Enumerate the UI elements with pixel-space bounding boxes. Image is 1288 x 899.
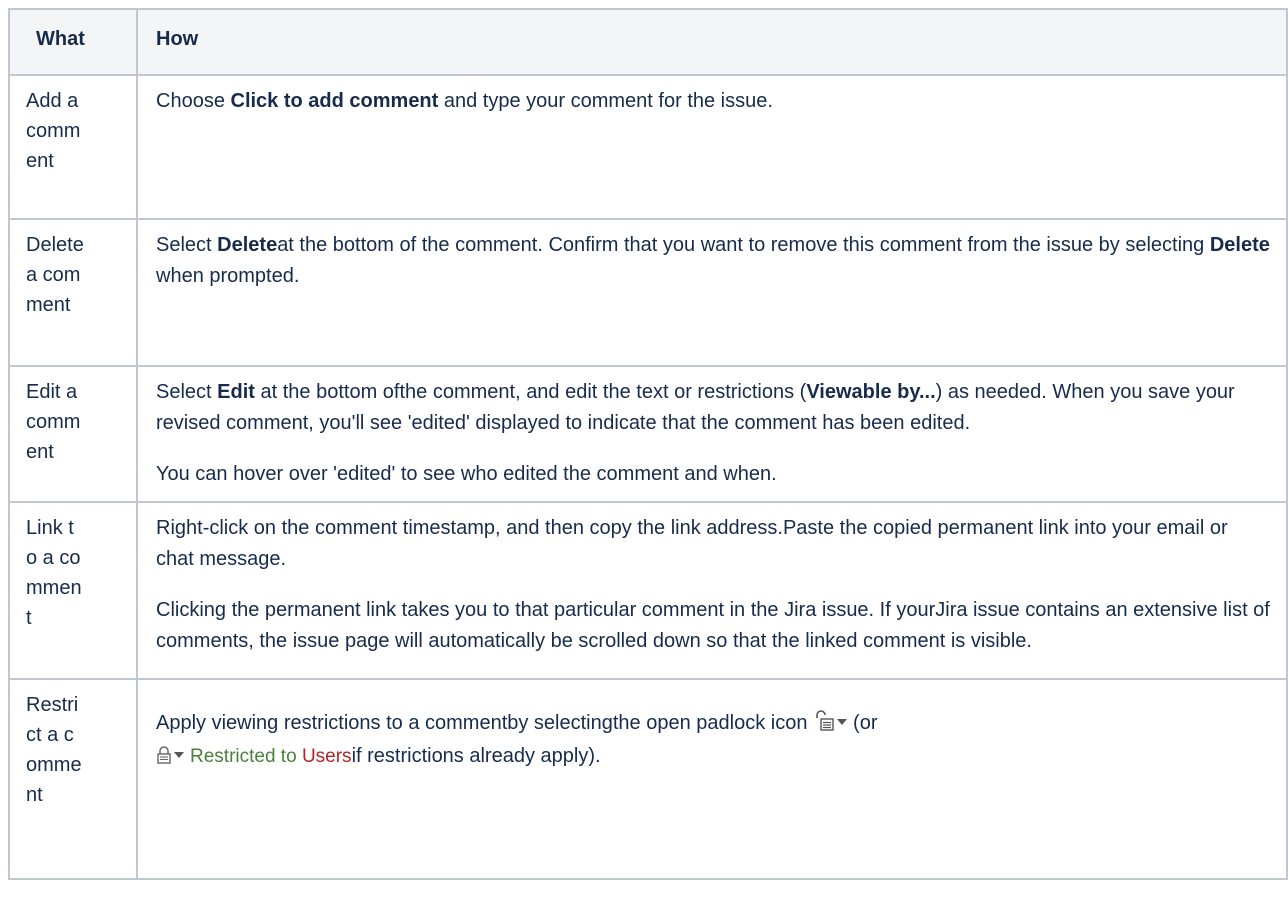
text-segment: at the bottom ofthe comment, and edit th…	[254, 381, 807, 403]
text-segment: if restrictions already apply).	[351, 745, 601, 767]
bold-ui-term: Click to add comment	[230, 90, 439, 112]
row-what-label: Link to a comment	[26, 517, 82, 629]
row-how-cell: Choose Click to add comment and type you…	[136, 74, 1288, 220]
restricted-users-label: Users	[301, 746, 352, 767]
restricted-to-label: Restricted to	[190, 746, 302, 767]
text-segment: Choose	[156, 90, 231, 112]
row-what-label: Restrict a comment	[26, 694, 82, 806]
row-how-cell: Apply viewing restrictions to a commentb…	[136, 678, 1288, 880]
bold-ui-term: Edit	[217, 381, 255, 403]
row-how-cell: Select Edit at the bottom ofthe comment,…	[136, 365, 1288, 503]
row-what-cell: Delete a comment	[8, 218, 138, 367]
row-what-label: Delete a comment	[26, 234, 84, 316]
bold-ui-term: Delete	[1209, 234, 1270, 256]
header-what: What	[8, 8, 138, 76]
table-row: Add a comment Choose Click to add commen…	[8, 74, 1288, 220]
text-segment: Apply viewing restrictions to a commentb…	[156, 712, 808, 734]
table-row: Link to a comment Right-click on the com…	[8, 501, 1288, 680]
text-segment: at the bottom of the comment. Confirm th…	[277, 234, 1210, 256]
table-row: Restrict a comment Apply viewing restric…	[8, 678, 1288, 880]
closed-padlock-icon	[156, 743, 172, 774]
header-how: How	[136, 8, 1288, 76]
row-what-cell: Add a comment	[8, 74, 138, 220]
caret-down-icon	[174, 752, 184, 758]
how-paragraph: Select Deleteat the bottom of the commen…	[156, 230, 1270, 292]
how-paragraph: Choose Click to add comment and type you…	[156, 86, 1270, 117]
text-segment: Select	[156, 381, 218, 403]
table-header-row: What How	[8, 8, 1288, 76]
comments-help-table: What How Add a comment Choose Click to a…	[8, 8, 1288, 880]
how-paragraph: Apply viewing restrictions to a commentb…	[156, 708, 1270, 774]
row-what-label: Add a comment	[26, 90, 81, 172]
row-how-cell: Select Deleteat the bottom of the commen…	[136, 218, 1288, 367]
table-row: Delete a comment Select Deleteat the bot…	[8, 218, 1288, 367]
row-how-cell: Right-click on the comment timestamp, an…	[136, 501, 1288, 680]
row-what-label: Edit a comment	[26, 381, 81, 463]
text-segment: when prompted.	[156, 265, 300, 287]
how-paragraph: Clicking the permanent link takes you to…	[156, 599, 1270, 652]
row-what-cell: Restrict a comment	[8, 678, 138, 880]
how-paragraph: You can hover over 'edited' to see who e…	[156, 463, 777, 485]
how-paragraph: Select Edit at the bottom ofthe comment,…	[156, 377, 1270, 439]
bold-ui-term: Delete	[217, 234, 278, 256]
text-segment: Select	[156, 234, 218, 256]
caret-down-icon	[837, 719, 848, 725]
row-what-cell: Link to a comment	[8, 501, 138, 680]
text-segment: (or	[853, 712, 878, 734]
how-paragraph: Right-click on the comment timestamp, an…	[156, 517, 1228, 570]
text-segment: and type your comment for the issue.	[438, 90, 773, 112]
row-what-cell: Edit a comment	[8, 365, 138, 503]
table-row: Edit a comment Select Edit at the bottom…	[8, 365, 1288, 503]
open-padlock-icon	[813, 709, 835, 741]
bold-ui-term: Viewable by...	[806, 381, 936, 403]
